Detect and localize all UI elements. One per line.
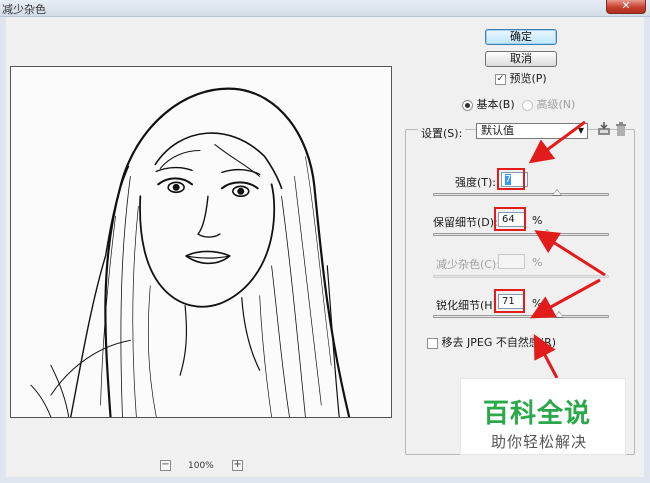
sketch-portrait xyxy=(30,87,351,417)
close-button[interactable]: ✕ xyxy=(606,0,646,14)
arrow-to-strength xyxy=(528,120,586,164)
watermark-logo: 百科全说 助你轻松解决 xyxy=(460,378,626,455)
arrow-to-jpeg xyxy=(533,334,559,379)
zoom-level: 100% xyxy=(188,461,214,471)
cancel-button[interactable]: 取消 xyxy=(485,51,557,67)
preview-option[interactable]: ✓ 预览(P) xyxy=(495,70,547,86)
zoom-out-button[interactable]: − xyxy=(160,460,171,471)
zoom-in-button[interactable]: + xyxy=(232,460,243,471)
preview-image[interactable] xyxy=(10,66,392,418)
window-title: 减少杂色 xyxy=(2,3,46,16)
watermark-subtitle: 助你轻松解决 xyxy=(491,433,588,451)
title-bar: 减少杂色 ✕ xyxy=(0,0,650,17)
preview-checkbox[interactable]: ✓ xyxy=(495,73,506,85)
preview-label: 预览(P) xyxy=(509,72,547,85)
annotation-arrows xyxy=(528,120,606,379)
watermark-title: 百科全说 xyxy=(483,399,592,429)
arrow-to-sharpen xyxy=(530,278,601,319)
advanced-radio[interactable] xyxy=(522,99,533,111)
arrow-to-preserve xyxy=(534,230,606,277)
ok-button[interactable]: 确定 xyxy=(485,29,557,45)
basic-radio[interactable] xyxy=(462,99,473,111)
